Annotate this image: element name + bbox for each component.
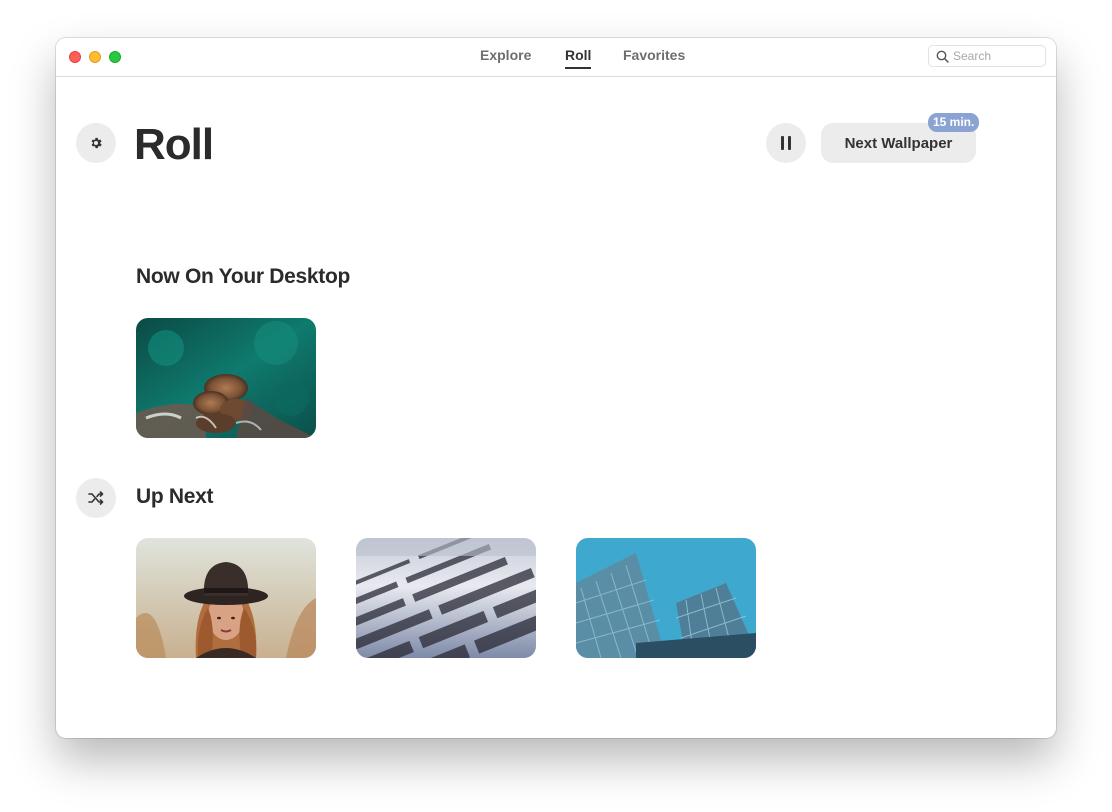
search-input[interactable] [953, 48, 1041, 64]
gear-icon [91, 137, 102, 149]
shuffle-icon [88, 491, 104, 505]
up-next-wallpaper-2[interactable] [356, 538, 536, 658]
up-next-wallpaper-1[interactable] [136, 538, 316, 658]
next-wallpaper-label: Next Wallpaper [844, 134, 953, 152]
pause-icon [781, 136, 791, 150]
tab-favorites[interactable]: Favorites [623, 46, 685, 67]
shuffle-button[interactable] [76, 478, 116, 518]
now-on-desktop-heading: Now On Your Desktop [136, 265, 351, 288]
page-title: Roll [134, 120, 214, 169]
up-next-heading: Up Next [136, 485, 214, 508]
search-box[interactable] [928, 45, 1046, 67]
zoom-window-button[interactable] [109, 51, 121, 63]
minimize-window-button[interactable] [89, 51, 101, 63]
ocean-rocks-image [136, 318, 316, 438]
skyscraper-image [576, 538, 756, 658]
tab-roll[interactable]: Roll [565, 46, 592, 69]
tab-explore[interactable]: Explore [480, 46, 531, 67]
timer-badge: 15 min. [928, 113, 980, 132]
settings-button[interactable] [76, 123, 116, 163]
search-icon [936, 50, 949, 63]
app-window: Explore Roll Favorites Roll Next Wallpap… [56, 38, 1056, 738]
close-window-button[interactable] [69, 51, 81, 63]
pause-button[interactable] [766, 123, 806, 163]
title-bar: Explore Roll Favorites [56, 38, 1056, 77]
woman-hat-image [136, 538, 316, 658]
book-text-image [356, 538, 536, 658]
current-wallpaper-thumbnail[interactable] [136, 318, 316, 438]
up-next-wallpaper-3[interactable] [576, 538, 756, 658]
